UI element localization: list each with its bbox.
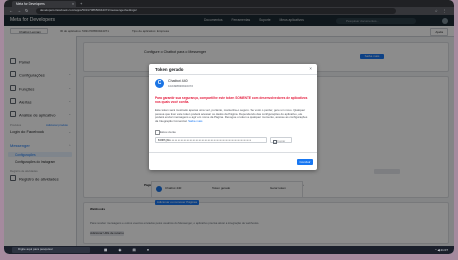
back-icon[interactable]: ← [9, 8, 13, 14]
page-name: Chatbot 440 [168, 79, 188, 83]
browser-toolbar: ← → ↻ developers.facebook.com/apps/50317… [4, 7, 454, 15]
dialog-title: Token gerado [155, 67, 184, 72]
browser-tabbar: Meta for Developers × + [4, 0, 454, 7]
page-id: 102498936910372 [168, 84, 194, 88]
page-avatar: C [155, 79, 164, 88]
learn-more-link[interactable]: Saiba mais [188, 119, 202, 123]
reload-icon[interactable]: ↻ [25, 8, 28, 14]
security-warning: Para garantir sua segurança, compartilhe… [155, 96, 308, 104]
acknowledge-label: Estou ciente [160, 129, 176, 134]
copy-label: Copiar [277, 139, 286, 143]
dialog-footer-divider [149, 152, 317, 153]
tab-title: Meta for Developers [16, 2, 45, 6]
close-icon[interactable]: × [309, 66, 312, 71]
browser-menu-icons[interactable]: ☆ ⋮ [435, 8, 448, 14]
done-button[interactable]: Concluir [297, 159, 313, 165]
os-taskbar: Digite aqui para pesquisar ▦ ◉ ▤ ● ^ ◀ 2… [4, 246, 454, 254]
copy-icon [272, 139, 277, 144]
copy-button[interactable]: Copiar [270, 137, 292, 144]
token-info-body: Este token será mostrado apenas uma vez,… [155, 108, 308, 124]
forward-icon[interactable]: → [17, 8, 21, 14]
dialog-divider [149, 74, 317, 75]
access-token-field[interactable]: EAOKSjbk••••••••••••••••••••••••••••••••… [155, 137, 267, 143]
token-generated-dialog: Token gerado × C Chatbot 440 10249893691… [149, 64, 317, 170]
taskbar-app-icons[interactable]: ▦ ◉ ▤ ● [104, 246, 154, 254]
taskbar-search-input[interactable]: Digite aqui para pesquisar [12, 247, 90, 253]
address-bar[interactable]: developers.facebook.com/apps/50317086509… [36, 8, 396, 14]
browser-window: Meta for Developers × + ← → ↻ developers… [4, 0, 454, 254]
token-info-text: Este token será mostrado apenas uma vez,… [155, 108, 311, 124]
system-tray[interactable]: ^ ◀ 21:07 [435, 246, 448, 254]
